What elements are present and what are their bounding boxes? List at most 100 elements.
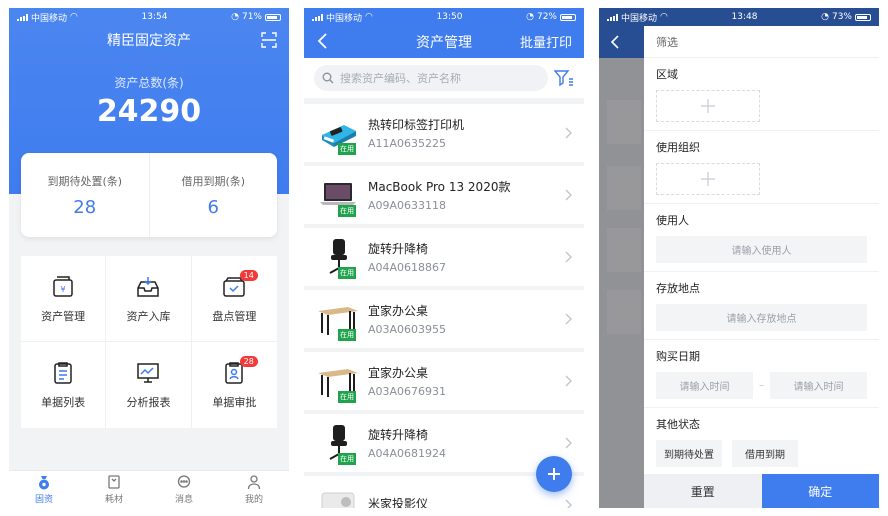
chip-pending-disposal[interactable]: 到期待处置 <box>656 440 722 467</box>
tab-label: 消息 <box>174 495 193 505</box>
function-grid: ¥ 资产管理 资产入库 盘点管理 14 单据列表 分析报表 单据审批 28 <box>21 256 277 428</box>
add-asset-button[interactable] <box>536 456 572 492</box>
list-item[interactable]: 在用 宜家办公桌 A03A0676931 <box>304 352 584 410</box>
section-label: 其他状态 <box>656 418 700 431</box>
document-list-icon <box>54 362 72 384</box>
wifi-icon: ◠ <box>660 12 668 22</box>
tab-messages[interactable]: 消息 <box>149 471 219 508</box>
list-item[interactable]: 在用 MacBook Pro 13 2020款 A09A0633118 <box>304 166 584 224</box>
tab-label: 我的 <box>244 495 263 505</box>
stat-pending-disposal[interactable]: 到期待处置(条) 28 <box>21 153 149 237</box>
asset-thumbnail: 在用 <box>316 299 360 341</box>
asset-list-screen: 中国移动 ◠ 13:50 ◔ 72% 资产管理 批量打印 搜索资产编码、资产名称… <box>304 8 584 508</box>
battery-percent: 71% <box>241 12 262 22</box>
grid-item-document-list[interactable]: 单据列表 <box>21 342 107 428</box>
scan-icon[interactable] <box>261 32 277 48</box>
asset-name: 米家投影仪 <box>368 496 429 509</box>
add-region-button[interactable] <box>656 90 760 122</box>
list-item[interactable]: 在用 旋转升降椅 A04A0618867 <box>304 228 584 286</box>
plus-icon <box>548 468 560 480</box>
batch-print-button[interactable]: 批量打印 <box>520 32 572 51</box>
battery-percent: 73% <box>831 12 852 22</box>
battery-icon <box>265 13 281 21</box>
carrier-label: 中国移动 <box>326 13 363 24</box>
battery-icon <box>560 13 576 21</box>
tab-label: 耗材 <box>104 495 123 505</box>
filter-footer: 重置 确定 <box>644 474 879 508</box>
status-tag: 在用 <box>338 453 356 465</box>
clock: 13:54 <box>141 12 168 22</box>
status-bar: 中国移动 ◠ 13:48 ◔ 73% <box>599 8 879 26</box>
message-tab-icon <box>177 475 191 488</box>
page-title: 精臣固定资产 <box>107 33 191 49</box>
grid-item-analysis-report[interactable]: 分析报表 <box>106 342 192 428</box>
grid-item-approval[interactable]: 单据审批 28 <box>192 342 277 428</box>
asset-name: 宜家办公桌 <box>368 304 429 318</box>
user-section: 使用人 请输入使用人 <box>644 204 879 272</box>
grid-item-inventory[interactable]: 盘点管理 14 <box>191 256 277 342</box>
stat-borrow-due[interactable]: 借用到期(条) 6 <box>148 153 278 237</box>
end-date-input[interactable]: 请输入时间 <box>770 372 867 399</box>
reset-button[interactable]: 重置 <box>644 474 762 508</box>
region-section: 区域 <box>644 58 879 131</box>
asset-code: A03A0676931 <box>368 385 447 398</box>
asset-name: 宜家办公桌 <box>368 366 429 380</box>
status-bar: 中国移动 ◠ 13:50 ◔ 72% <box>304 8 584 26</box>
asset-code: A04A0681924 <box>368 447 447 460</box>
clock: 13:48 <box>731 12 758 22</box>
stat-value: 28 <box>73 196 97 218</box>
location-section: 存放地点 请输入存放地点 <box>644 272 879 340</box>
chevron-right-icon <box>565 313 572 325</box>
filter-panel: 筛选 区域 使用组织 使用人 请输入使用人 存放地点 请输入存放地点 购买日期 … <box>644 26 879 508</box>
grid-item-asset-inbound[interactable]: 资产入库 <box>106 256 192 342</box>
chevron-right-icon <box>565 375 572 387</box>
grid-item-label: 单据审批 <box>212 396 257 409</box>
clock: 13:50 <box>436 12 463 22</box>
status-tag: 在用 <box>338 329 356 341</box>
alarm-icon: ◔ <box>231 12 239 22</box>
approval-badge: 28 <box>239 356 258 367</box>
tab-profile[interactable]: 我的 <box>219 471 289 508</box>
grid-item-label: 单据列表 <box>41 396 86 409</box>
analysis-report-icon <box>137 363 160 383</box>
grid-item-asset-management[interactable]: ¥ 资产管理 <box>21 256 107 342</box>
list-item[interactable]: 在用 热转印标签打印机 A11A0635225 <box>304 104 584 162</box>
filter-screen: 中国移动 ◠ 13:48 ◔ 73% 筛选 区域 使用组织 使用人 请输入使用人 <box>599 8 879 508</box>
asset-list: 在用 热转印标签打印机 A11A0635225 在用 MacBook Pro 1… <box>304 104 584 508</box>
tab-consumables[interactable]: 耗材 <box>79 471 149 508</box>
asset-thumbnail: 在用 <box>316 361 360 403</box>
chevron-right-icon <box>565 127 572 139</box>
chip-borrow-due[interactable]: 借用到期 <box>732 440 798 467</box>
home-screen: 中国移动 ◠ 13:54 ◔ 71% 精臣固定资产 资产总数(条) 24290 … <box>9 8 289 508</box>
signal-icon <box>17 13 28 21</box>
asset-management-icon: ¥ <box>53 275 73 297</box>
start-date-input[interactable]: 请输入时间 <box>656 372 753 399</box>
search-icon <box>322 72 334 84</box>
purchase-date-section: 购买日期 请输入时间 – 请输入时间 <box>644 340 879 408</box>
status-tag: 在用 <box>338 143 356 155</box>
location-input[interactable]: 请输入存放地点 <box>656 304 867 331</box>
section-label: 存放地点 <box>656 282 700 295</box>
chevron-right-icon <box>565 251 572 263</box>
asset-code: A09A0633118 <box>368 199 447 212</box>
confirm-button[interactable]: 确定 <box>761 474 879 508</box>
asset-name: 热转印标签打印机 <box>368 118 465 132</box>
battery-icon <box>855 13 871 21</box>
grid-item-label: 资产管理 <box>41 309 86 323</box>
grid-item-label: 资产入库 <box>126 309 171 323</box>
add-org-button[interactable] <box>656 163 760 195</box>
list-item[interactable]: 在用 宜家办公桌 A03A0603955 <box>304 290 584 348</box>
asset-inbound-icon <box>137 276 160 297</box>
user-input[interactable]: 请输入使用人 <box>656 236 867 263</box>
asset-name: 旋转升降椅 <box>368 428 429 442</box>
chevron-right-icon <box>565 189 572 201</box>
search-input[interactable]: 搜索资产编码、资产名称 <box>314 65 548 91</box>
search-row: 搜索资产编码、资产名称 <box>304 58 584 98</box>
stats-card: 到期待处置(条) 28 借用到期(条) 6 <box>21 153 277 237</box>
tab-fixed-assets[interactable]: 固资 <box>9 471 79 508</box>
total-assets-label: 资产总数(条) <box>114 76 184 90</box>
other-status-section: 其他状态 到期待处置 借用到期 <box>644 408 879 475</box>
filter-icon[interactable] <box>554 69 574 87</box>
projector-icon <box>321 492 355 508</box>
alarm-icon: ◔ <box>821 12 829 22</box>
